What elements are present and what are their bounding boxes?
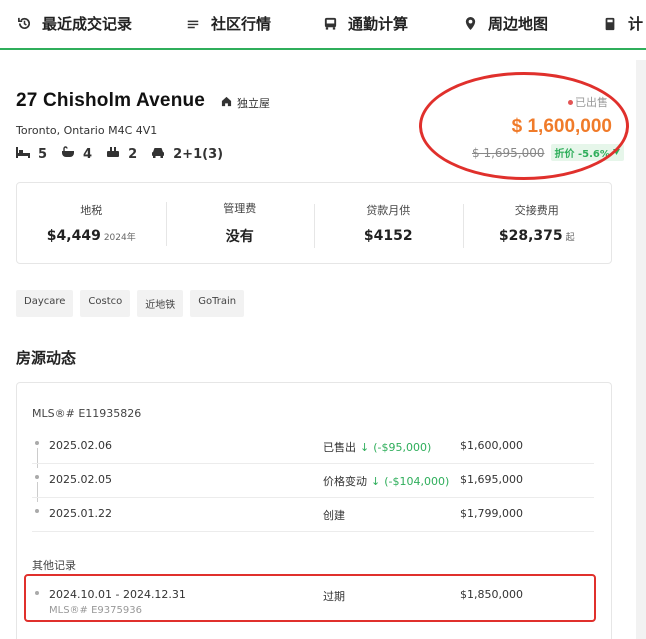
stat-label: 贷款月供 — [366, 204, 411, 217]
row-amount: $1,850,000 — [460, 588, 523, 601]
row-mls: MLS®# E9375936 — [49, 605, 142, 616]
property-type: 独立屋 — [221, 95, 270, 111]
history-row: 2025.02.05 价格变动 ↓ (-$104,000) $1,695,000 — [32, 464, 594, 498]
stat-value: $4152 — [314, 228, 463, 244]
stat-value: 没有 — [166, 226, 315, 246]
stat-closing-cost[interactable]: 交接费用 $28,375 起 — [462, 202, 612, 248]
nav-nearby-map[interactable]: 周边地图 — [462, 13, 548, 34]
listing-city: Toronto, Ontario M4C 4V1 — [16, 124, 158, 137]
timeline-dot — [35, 441, 39, 445]
nav-label: 计 — [628, 15, 644, 33]
price-change-amount: (-$95,000) — [373, 440, 432, 454]
nav-commute-calc[interactable]: 通勤计算 — [322, 13, 408, 34]
row-date: 2024.10.01 - 2024.12.31 — [49, 588, 186, 601]
stat-amount: $28,375 — [498, 228, 563, 244]
stat-label: 地税 — [80, 204, 103, 217]
timeline-dot — [35, 591, 39, 595]
stat-mortgage[interactable]: 贷款月供 $4152 — [314, 202, 463, 248]
list-icon — [185, 16, 201, 32]
mls-number: MLS®# E11935826 — [32, 407, 142, 420]
nav-label: 通勤计算 — [348, 15, 409, 33]
tag-daycare[interactable]: Daycare — [16, 290, 74, 317]
listing-specs: 5 4 2 2+1(3) — [16, 146, 237, 162]
row-status: 价格变动 ↓ (-$104,000) — [323, 473, 449, 489]
feature-tags: Daycare Costco 近地铁 GoTrain — [16, 290, 245, 317]
stat-label: 交接费用 — [514, 204, 559, 217]
property-type-label: 独立屋 — [237, 97, 270, 110]
row-date: 2025.02.06 — [49, 439, 112, 452]
scroll-gutter — [636, 60, 646, 639]
arrow-down-icon: ↓ — [360, 440, 370, 454]
nav-community-market[interactable]: 社区行情 — [185, 13, 271, 34]
other-records-title: 其他记录 — [32, 559, 76, 572]
annotation-circle — [419, 72, 629, 180]
bed-icon — [16, 146, 30, 162]
spec-bedrooms: 5 — [16, 146, 48, 162]
row-amount: $1,600,000 — [460, 439, 523, 452]
stat-amount: $4152 — [363, 228, 413, 244]
tag-subway[interactable]: 近地铁 — [137, 290, 184, 317]
history-row: 2025.01.22 创建 $1,799,000 — [32, 498, 594, 532]
stat-value: $4,449 2024年 — [17, 228, 166, 244]
section-title: 房源动态 — [16, 349, 77, 367]
listing-address: 27 Chisholm Avenue — [16, 90, 206, 111]
stat-maintenance-fee: 管理费 没有 — [165, 200, 315, 246]
row-date: 2025.02.05 — [49, 473, 112, 486]
location-pin-icon — [462, 16, 478, 32]
timeline-dot — [35, 509, 39, 513]
price-change-amount: (-$104,000) — [384, 474, 450, 488]
nav-label: 社区行情 — [211, 15, 272, 33]
stat-sub: 起 — [565, 233, 575, 243]
nav-calculator[interactable]: 计 — [602, 13, 643, 34]
nav-label: 最近成交记录 — [42, 15, 133, 33]
house-icon — [221, 96, 232, 110]
stat-label: 管理费 — [223, 202, 257, 215]
timeline-dot — [35, 475, 39, 479]
row-amount: $1,695,000 — [460, 473, 523, 486]
spec-kitchens: 2 — [106, 146, 137, 162]
spec-value: 4 — [83, 146, 93, 162]
tag-gotrain[interactable]: GoTrain — [190, 290, 245, 317]
spec-value: 5 — [38, 146, 48, 162]
tag-costco[interactable]: Costco — [80, 290, 131, 317]
kitchen-icon — [106, 146, 120, 162]
nav-label: 周边地图 — [488, 15, 549, 33]
status-label: 价格变动 — [323, 475, 367, 488]
stat-value: $28,375 起 — [463, 228, 612, 244]
nav-recent-sales[interactable]: 最近成交记录 — [16, 13, 132, 34]
spec-value: 2+1(3) — [173, 146, 224, 162]
calculator-icon — [602, 16, 618, 32]
history-icon — [16, 16, 32, 32]
spec-parking: 2+1(3) — [151, 147, 223, 162]
top-nav: 最近成交记录 社区行情 通勤计算 周边地图 计 — [0, 0, 646, 50]
stat-amount: $4,449 — [46, 228, 101, 244]
bus-icon — [322, 16, 338, 32]
row-date: 2025.01.22 — [49, 507, 112, 520]
car-icon — [151, 147, 165, 162]
status-label: 创建 — [323, 509, 345, 522]
spec-value: 2 — [128, 146, 138, 162]
spec-bathrooms: 4 — [61, 146, 92, 162]
row-status: 过期 — [323, 590, 345, 603]
status-label: 已售出 — [323, 441, 356, 454]
row-status: 创建 — [323, 507, 345, 523]
cost-stats: 地税 $4,449 2024年 管理费 没有 贷款月供 $4152 交接费用 $2… — [16, 182, 612, 264]
stat-property-tax: 地税 $4,449 2024年 — [17, 202, 166, 244]
arrow-down-icon: ↓ — [371, 474, 381, 488]
row-status: 已售出 ↓ (-$95,000) — [323, 439, 431, 455]
stat-sub: 2024年 — [103, 233, 136, 243]
stat-amount: 没有 — [225, 229, 254, 245]
history-row: 2025.02.06 已售出 ↓ (-$95,000) $1,600,000 — [32, 430, 594, 464]
row-amount: $1,799,000 — [460, 507, 523, 520]
bath-icon — [61, 146, 75, 162]
